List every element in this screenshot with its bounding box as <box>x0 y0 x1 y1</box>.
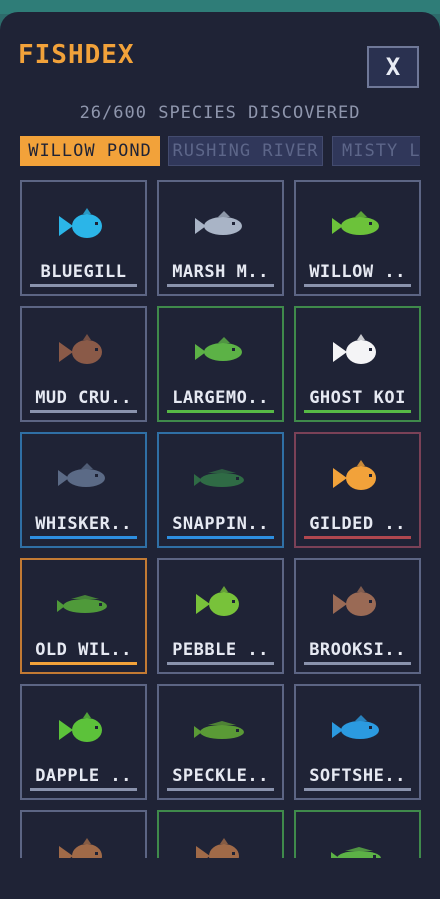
tab-misty-lake[interactable]: MISTY LA <box>332 136 420 166</box>
fish-card[interactable]: WILLOW .. <box>294 180 421 296</box>
rarity-bar <box>304 788 411 791</box>
fish-icon <box>194 469 244 487</box>
close-button[interactable]: X <box>367 46 419 88</box>
rarity-bar <box>304 662 411 665</box>
fish-icon <box>59 712 102 742</box>
fish-icon <box>58 463 105 487</box>
fish-icon <box>332 715 379 739</box>
bottom-edge <box>0 858 440 899</box>
fish-icon <box>196 586 239 616</box>
fish-name-label: WILLOW .. <box>309 262 406 282</box>
fish-icon <box>59 334 102 364</box>
rarity-bar <box>304 410 411 413</box>
fish-icon <box>333 586 376 616</box>
rarity-bar <box>167 788 274 791</box>
fish-name-label: SOFTSHE.. <box>309 766 406 786</box>
fish-card[interactable] <box>294 810 421 858</box>
fish-icon <box>194 721 244 739</box>
fish-card[interactable]: SPECKLE.. <box>157 684 284 800</box>
page-title: FISHDEX <box>18 40 135 70</box>
fish-name-label: GILDED .. <box>309 514 406 534</box>
location-tabs: WILLOW POND RUSHING RIVER MISTY LA <box>20 136 420 166</box>
fish-card[interactable]: DAPPLE .. <box>20 684 147 800</box>
fish-card[interactable]: SNAPPIN.. <box>157 432 284 548</box>
fish-icon <box>59 838 102 858</box>
fishdex-panel: FISHDEX X 26/600 SPECIES DISCOVERED WILL… <box>0 12 440 899</box>
fish-card[interactable]: WHISKER.. <box>20 432 147 548</box>
rarity-bar <box>30 536 137 539</box>
fish-name-label: MARSH M.. <box>172 262 269 282</box>
fish-name-label: PEBBLE .. <box>172 640 269 660</box>
fish-icon <box>331 847 381 858</box>
fish-card[interactable]: BROOKSI.. <box>294 558 421 674</box>
species-progress-text: 26/600 SPECIES DISCOVERED <box>79 103 361 123</box>
fish-name-label: MUD CRU.. <box>35 388 132 408</box>
fish-icon <box>332 211 379 235</box>
rarity-bar <box>30 788 137 791</box>
fish-icon <box>195 211 242 235</box>
fish-name-label: WHISKER.. <box>35 514 132 534</box>
fish-card[interactable]: LARGEMO.. <box>157 306 284 422</box>
fish-card[interactable] <box>157 810 284 858</box>
fish-icon <box>333 460 376 490</box>
fish-name-label: OLD WIL.. <box>35 640 132 660</box>
fish-icon <box>57 595 107 613</box>
fish-name-label: LARGEMO.. <box>172 388 269 408</box>
fish-name-label: DAPPLE .. <box>35 766 132 786</box>
fish-card[interactable]: PEBBLE .. <box>157 558 284 674</box>
fish-name-label: SPECKLE.. <box>172 766 269 786</box>
fish-icon <box>195 337 242 361</box>
fish-icon <box>333 334 376 364</box>
rarity-bar <box>30 410 137 413</box>
fish-name-label: BLUEGILL <box>40 262 127 282</box>
fish-icon <box>59 208 102 238</box>
fish-card[interactable]: MARSH M.. <box>157 180 284 296</box>
tab-willow-pond[interactable]: WILLOW POND <box>20 136 160 166</box>
fish-card[interactable]: SOFTSHE.. <box>294 684 421 800</box>
rarity-bar <box>167 410 274 413</box>
rarity-bar <box>167 662 274 665</box>
fish-grid: BLUEGILL MARSH M.. WILLOW .. MUD CRU.. LARGE… <box>0 180 440 858</box>
fish-icon <box>196 838 239 858</box>
fish-card[interactable]: GILDED .. <box>294 432 421 548</box>
rarity-bar <box>30 662 137 665</box>
rarity-bar <box>167 536 274 539</box>
fish-card[interactable]: GHOST KOI <box>294 306 421 422</box>
rarity-bar <box>167 284 274 287</box>
rarity-bar <box>304 536 411 539</box>
fish-name-label: SNAPPIN.. <box>172 514 269 534</box>
fish-card[interactable]: OLD WIL.. <box>20 558 147 674</box>
fish-name-label: BROOKSI.. <box>309 640 406 660</box>
fish-card[interactable]: BLUEGILL <box>20 180 147 296</box>
rarity-bar <box>30 284 137 287</box>
rarity-bar <box>304 284 411 287</box>
fish-card[interactable]: MUD CRU.. <box>20 306 147 422</box>
fish-name-label: GHOST KOI <box>309 388 406 408</box>
fish-card[interactable] <box>20 810 147 858</box>
tab-rushing-river[interactable]: RUSHING RIVER <box>168 136 323 166</box>
